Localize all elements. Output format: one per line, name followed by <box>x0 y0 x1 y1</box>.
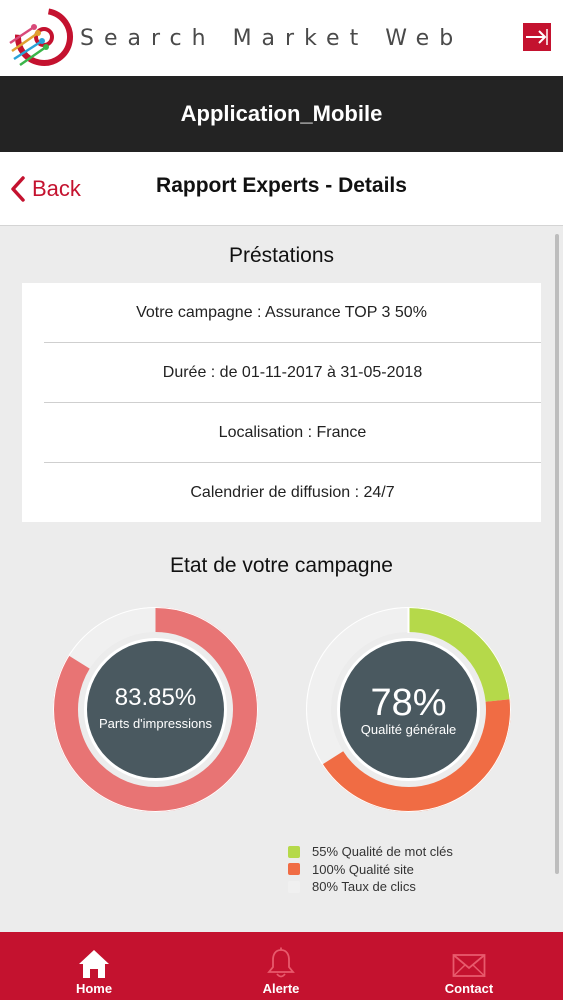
page-title: Rapport Experts - Details <box>156 174 407 197</box>
impressions-value: 83.85% <box>115 684 196 711</box>
home-icon <box>79 950 109 978</box>
bottom-tab-bar: Home Alerte Contact <box>0 932 563 1000</box>
tab-home[interactable]: Home <box>34 932 154 1000</box>
brand-name: Search Market Web <box>80 26 464 51</box>
chevron-left-icon <box>11 176 25 202</box>
impressions-caption: Parts d'impressions <box>99 716 213 731</box>
brand-logo-icon <box>9 8 73 67</box>
quality-donut: 78% Qualité générale <box>306 607 511 812</box>
tab-label: Home <box>75 981 113 996</box>
list-item: Calendrier de diffusion : 24/7 <box>44 462 541 522</box>
legend-item: 55% Qualité de mot clés <box>288 843 453 861</box>
scrollbar[interactable] <box>555 234 559 874</box>
prestations-card: Votre campagne : Assurance TOP 3 50% Dur… <box>22 283 541 522</box>
list-item: Durée : de 01-11-2017 à 31-05-2018 <box>44 342 541 402</box>
tab-label: Alerte <box>262 981 300 996</box>
quality-caption: Qualité générale <box>361 722 456 737</box>
legend-label: 100% Qualité site <box>312 861 414 877</box>
legend-item: 100% Qualité site <box>288 861 453 879</box>
legend-label: 55% Qualité de mot clés <box>312 844 453 860</box>
tab-alerte[interactable]: Alerte <box>221 932 341 1000</box>
quality-legend: 55% Qualité de mot clés 100% Qualité sit… <box>288 843 453 896</box>
legend-swatch-orange <box>288 863 300 876</box>
list-item: Localisation : France <box>44 402 541 462</box>
bell-icon <box>267 947 295 978</box>
list-item: Votre campagne : Assurance TOP 3 50% <box>136 303 427 321</box>
legend-swatch-green <box>288 845 300 858</box>
tab-contact[interactable]: Contact <box>409 932 529 1000</box>
back-button[interactable]: Back <box>10 172 81 206</box>
scroll-content[interactable]: Préstations Votre campagne : Assurance T… <box>0 227 563 932</box>
impressions-donut: 83.85% Parts d'impressions <box>53 607 258 812</box>
quality-value: 78% <box>370 682 446 724</box>
app-title: Application_Mobile <box>180 101 383 126</box>
campaign-title: Etat de votre campagne <box>170 554 393 577</box>
prestations-title: Préstations <box>228 244 335 267</box>
legend-label: 80% Taux de clics <box>312 879 416 895</box>
logout-arrow-icon <box>526 29 548 45</box>
mail-icon <box>452 954 486 977</box>
app-screen: Search Market Web Application_Mobile Rap… <box>0 0 563 1000</box>
logout-button[interactable] <box>523 23 551 51</box>
tab-label: Contact <box>444 981 494 996</box>
legend-item: 80% Taux de clics <box>288 878 453 896</box>
back-label: Back <box>32 176 81 201</box>
app-title-bar: Application_Mobile <box>0 76 563 152</box>
nav-header: Rapport Experts - Details Back <box>0 152 563 226</box>
legend-swatch-light <box>288 880 300 893</box>
brand-bar: Search Market Web <box>0 0 563 76</box>
